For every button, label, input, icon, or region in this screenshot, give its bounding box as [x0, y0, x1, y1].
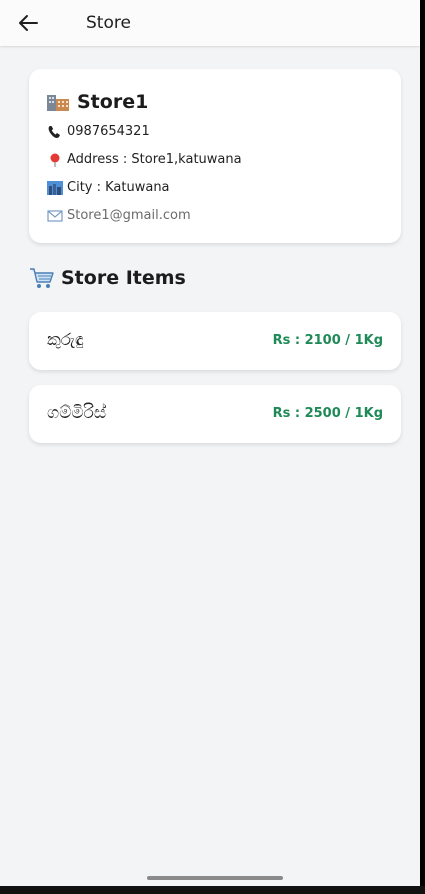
arrow-left-icon: [19, 15, 38, 31]
store-city: City : Katuwana: [67, 180, 170, 195]
list-item[interactable]: කුරුඳු Rs : 2100 / 1Kg: [29, 312, 401, 370]
envelope-icon: [47, 209, 63, 222]
store-phone-row[interactable]: 0987654321: [47, 124, 150, 139]
list-item[interactable]: ගම්මිරිස් Rs : 2500 / 1Kg: [29, 385, 401, 443]
office-building-icon: [47, 95, 69, 111]
item-name: ගම්මිරිස්: [47, 403, 107, 423]
store-email: Store1@gmail.com: [67, 208, 191, 223]
item-price: Rs : 2100 / 1Kg: [272, 333, 383, 348]
store-name-row: Store1: [47, 91, 148, 113]
store-name: Store1: [77, 91, 149, 113]
store-city-row: City : Katuwana: [47, 180, 170, 195]
cityscape-icon: [47, 180, 63, 195]
shopping-cart-icon: [30, 268, 54, 288]
page-title: Store: [86, 13, 131, 33]
device-edge-bottom: [0, 886, 425, 894]
store-address: Address : Store1,katuwana: [67, 152, 242, 167]
store-items-heading: Store Items: [29, 266, 186, 290]
telephone-icon: [48, 125, 60, 138]
store-email-row[interactable]: Store1@gmail.com: [47, 208, 191, 223]
back-button[interactable]: [18, 6, 62, 40]
store-address-row: Address : Store1,katuwana: [47, 152, 242, 167]
store-info-card: Store1 0987654321 Address : Store1,katuw…: [29, 69, 401, 243]
item-name: කුරුඳු: [47, 330, 84, 350]
store-phone: 0987654321: [67, 124, 150, 139]
location-pin-icon: [50, 153, 60, 167]
store-items-title: Store Items: [61, 267, 186, 289]
device-edge-right: [420, 0, 425, 894]
home-indicator[interactable]: [147, 876, 283, 880]
app-screen: Store Store1 0987654321 Address: Store1…: [0, 0, 425, 894]
app-bar: Store: [0, 0, 420, 46]
item-price: Rs : 2500 / 1Kg: [272, 406, 383, 421]
